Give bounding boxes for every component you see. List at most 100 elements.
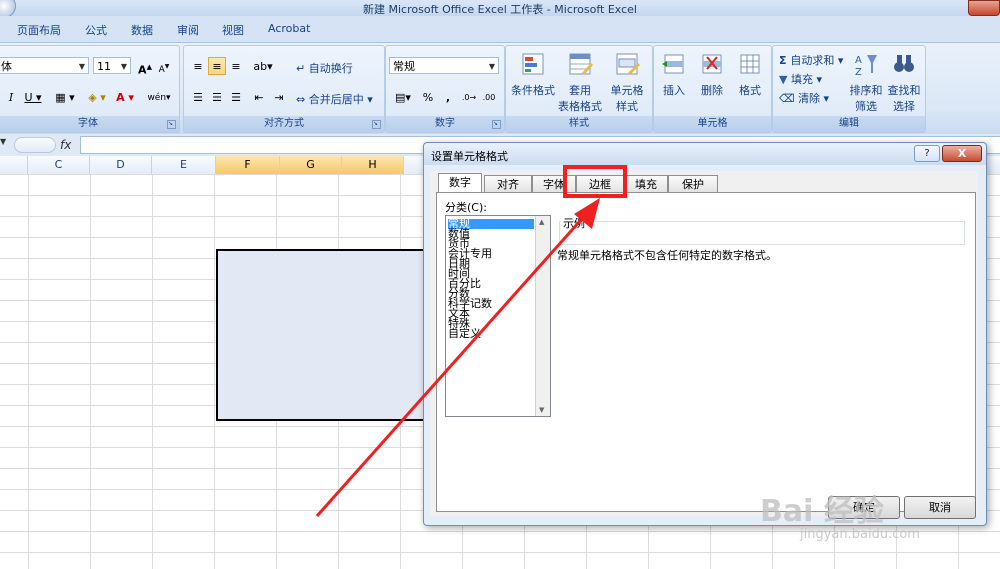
wrap-text-button[interactable]: ↵ 自动换行 [296, 60, 353, 76]
percent-button[interactable]: % [419, 88, 437, 106]
number-tab-panel: 分类(C): 常规 数值 货币 会计专用 日期 时间 百分比 分数 科学记数 文… [436, 192, 976, 512]
column-header-c[interactable]: C [28, 156, 90, 174]
align-right-icon[interactable]: ☰ [227, 88, 245, 106]
fill-button[interactable]: ▼ 填充 ▾ [779, 71, 822, 87]
phonetic-icon[interactable]: wén▾ [145, 88, 173, 106]
align-bottom-icon[interactable]: ≡ [227, 57, 245, 75]
fill-label: 填充 [790, 73, 813, 86]
sample-label: 示例 [561, 215, 587, 231]
autosum-button[interactable]: Σ 自动求和 ▾ [779, 52, 843, 68]
insert-cells-button[interactable]: 插入 [656, 51, 692, 98]
watermark-url: jingyan.baidu.com [800, 527, 920, 542]
clear-label: 清除 [798, 92, 821, 105]
conditional-format-label: 条件格式 [511, 84, 555, 97]
tab-number[interactable]: 数字 [438, 173, 482, 193]
group-label: 对齐方式 [184, 116, 384, 132]
merge-icon: ⇔ [296, 93, 309, 106]
format-as-table-icon [569, 53, 593, 75]
font-size-combo[interactable]: 11 ▼ [93, 57, 131, 74]
align-middle-icon[interactable]: ≡ [208, 57, 226, 75]
cell-styles-button[interactable]: 单元格 样式 [604, 51, 650, 114]
title-bar: 新建 Microsoft Office Excel 工作表 - Microsof… [0, 0, 1000, 18]
fill-color-icon[interactable]: ◈ ▾ [85, 88, 109, 106]
tab-alignment[interactable]: 对齐 [484, 175, 532, 192]
font-color-icon[interactable]: A ▾ [113, 88, 137, 106]
tab-acrobat[interactable]: Acrobat [268, 22, 310, 35]
chevron-down-icon: ▼ [78, 62, 85, 71]
tab-review[interactable]: 审阅 [177, 22, 199, 38]
scroll-up-icon[interactable]: ▲ [539, 218, 544, 226]
insert-function-button[interactable]: fx [60, 138, 71, 152]
dialog-launcher-icon[interactable]: ↘ [372, 120, 381, 129]
dialog-launcher-icon[interactable]: ↘ [492, 120, 501, 129]
cancel-button[interactable]: 取消 [904, 496, 976, 519]
align-center-icon[interactable]: ☰ [208, 88, 226, 106]
list-item[interactable]: 自定义 [448, 328, 481, 339]
grow-font-icon[interactable]: A▲ [136, 57, 154, 77]
shrink-font-icon[interactable]: A▼ [155, 57, 173, 75]
column-header-g[interactable]: G [280, 156, 342, 174]
sort-filter-label-2: 筛选 [855, 100, 877, 113]
tab-protection[interactable]: 保护 [668, 175, 718, 192]
align-left-icon[interactable]: ☰ [189, 88, 207, 106]
number-format-combo[interactable]: 常规 ▼ [389, 57, 499, 74]
accounting-icon[interactable]: ▤▾ [389, 88, 417, 106]
insert-cells-icon [662, 54, 684, 74]
svg-text:Z: Z [855, 67, 862, 77]
decrease-decimal-icon[interactable]: .00 [480, 88, 498, 106]
merge-center-button[interactable]: ⇔ 合并后居中 ▾ [296, 91, 373, 107]
group-styles: 条件格式 套用 表格格式 单元格 样式 样式 [505, 45, 653, 133]
conditional-format-button[interactable]: 条件格式 [508, 51, 558, 98]
sample-box [559, 221, 965, 245]
tab-page-layout[interactable]: 页面布局 [17, 22, 61, 38]
column-header-f[interactable]: F [216, 156, 280, 174]
help-button[interactable]: ? [914, 145, 940, 162]
font-name-combo[interactable]: 体 ▼ [0, 57, 89, 74]
italic-icon[interactable]: I [3, 88, 19, 106]
border-icon[interactable]: ▦ ▾ [53, 88, 77, 106]
orientation-icon[interactable]: ab▾ [250, 57, 276, 75]
number-format-value: 常规 [393, 60, 415, 73]
delete-cells-label: 删除 [701, 84, 723, 97]
delete-cells-icon [702, 54, 722, 74]
name-box-dropdown-icon[interactable]: ▼ [0, 137, 10, 146]
tab-fill[interactable]: 填充 [624, 175, 668, 192]
wrap-icon: ↵ [296, 62, 309, 75]
window-close-button[interactable] [968, 0, 1000, 16]
underline-icon[interactable]: U ▾ [21, 88, 45, 106]
clear-button[interactable]: ⌫ 清除 ▾ [779, 90, 829, 106]
increase-indent-icon[interactable]: ⇥ [270, 88, 288, 106]
tab-formulas[interactable]: 公式 [85, 22, 107, 38]
chevron-down-icon: ▼ [488, 62, 495, 71]
group-editing: Σ 自动求和 ▾ ▼ 填充 ▾ ⌫ 清除 ▾ AZ 排序和 筛选 查找和 选择 … [772, 45, 926, 133]
delete-cells-button[interactable]: 删除 [694, 51, 730, 98]
binoculars-icon [894, 55, 914, 72]
category-scrollbar[interactable]: ▲ ▼ [535, 216, 550, 416]
cell-styles-icon [616, 53, 640, 75]
ribbon: 体 ▼ 11 ▼ A▲ A▼ I U ▾ ▦ ▾ ◈ ▾ A ▾ wén▾ 字体 ↘… [0, 42, 1000, 136]
selected-range[interactable] [216, 249, 428, 421]
format-cells-label: 格式 [739, 84, 761, 97]
category-list[interactable]: 常规 数值 货币 会计专用 日期 时间 百分比 分数 科学记数 文本 特殊 自定… [445, 215, 551, 417]
decrease-indent-icon[interactable]: ⇤ [250, 88, 268, 106]
column-header-d[interactable]: D [90, 156, 152, 174]
column-header-e[interactable]: E [152, 156, 216, 174]
dialog-close-button[interactable]: X [942, 145, 982, 162]
align-top-icon[interactable]: ≡ [189, 57, 207, 75]
dialog-title-bar[interactable]: 设置单元格格式 ? X [424, 143, 986, 165]
format-cells-button[interactable]: 格式 [732, 51, 768, 98]
find-select-button[interactable]: 查找和 选择 [885, 51, 923, 114]
format-as-table-button[interactable]: 套用 表格格式 [556, 51, 604, 114]
ribbon-tabs: 页面布局 公式 数据 审阅 视图 Acrobat [0, 16, 1000, 42]
wrap-text-label: 自动换行 [308, 62, 353, 75]
sort-filter-button[interactable]: AZ 排序和 筛选 [847, 51, 885, 114]
comma-button[interactable]: , [439, 88, 457, 106]
increase-decimal-icon[interactable]: .0→ [460, 88, 478, 106]
dialog-launcher-icon[interactable]: ↘ [167, 120, 176, 129]
column-header-h[interactable]: H [342, 156, 404, 174]
column-header-partial[interactable] [0, 156, 28, 174]
tab-data[interactable]: 数据 [131, 22, 153, 38]
formula-divider-handle[interactable] [14, 137, 56, 153]
scroll-down-icon[interactable]: ▼ [539, 406, 544, 414]
tab-view[interactable]: 视图 [222, 22, 244, 38]
